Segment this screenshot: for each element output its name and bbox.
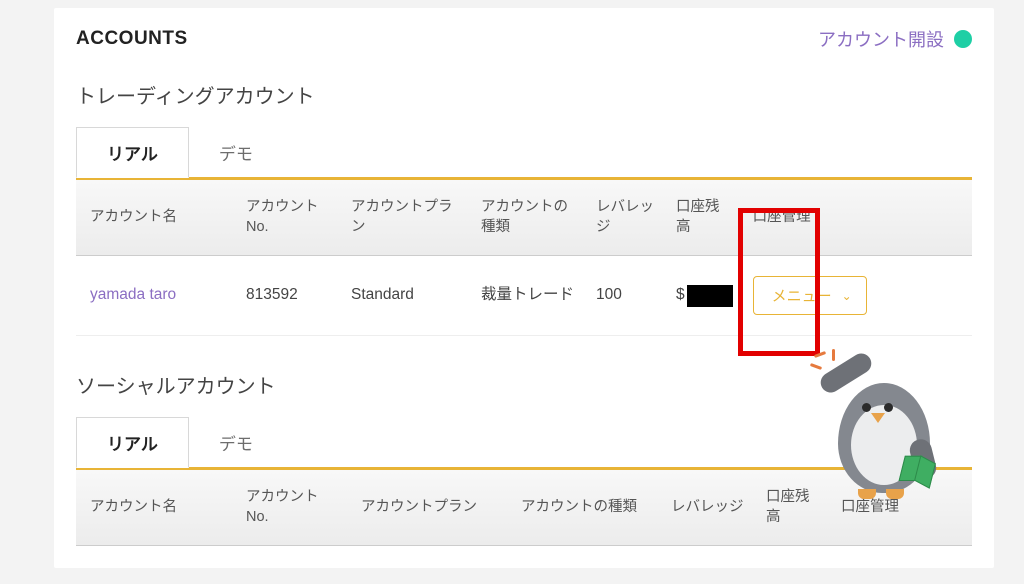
chevron-down-icon: ⌄	[842, 289, 852, 303]
col-leverage: レバレッジ	[586, 180, 666, 256]
col-type: アカウントの種類	[471, 180, 586, 256]
balance-currency: $	[676, 285, 685, 306]
social-tabs: リアル デモ	[76, 417, 972, 470]
trading-tabs: リアル デモ	[76, 127, 972, 180]
trading-table: アカウント名 アカウントNo. アカウントプラン アカウントの種類 レバレッジ …	[76, 180, 972, 336]
col-leverage-s: レバレッジ	[661, 470, 756, 546]
create-account-label: アカウント開設	[818, 26, 944, 52]
col-balance-s: 口座残高	[756, 470, 831, 546]
trading-section-title: トレーディングアカウント	[76, 80, 972, 109]
table-row: yamada taro 813592 Standard 裁量トレード 100 $…	[76, 256, 972, 336]
col-name-s: アカウント名	[76, 470, 236, 546]
col-manage-s: 口座管理	[831, 470, 972, 546]
col-plan: アカウントプラン	[341, 180, 471, 256]
tab-demo-social[interactable]: デモ	[189, 417, 283, 467]
account-type: 裁量トレード	[471, 256, 586, 336]
tab-demo[interactable]: デモ	[189, 127, 283, 177]
account-no: 813592	[236, 256, 341, 336]
menu-label: メニュー	[772, 285, 832, 306]
manage-menu-button[interactable]: メニュー ⌄	[753, 276, 867, 315]
account-plan: Standard	[341, 256, 471, 336]
account-name-link[interactable]: yamada taro	[90, 286, 176, 303]
create-account-link[interactable]: アカウント開設	[818, 26, 972, 52]
tab-real[interactable]: リアル	[76, 127, 189, 178]
social-table: アカウント名 アカウントNo. アカウントプラン アカウントの種類 レバレッジ …	[76, 470, 972, 546]
col-type-s: アカウントの種類	[511, 470, 661, 546]
col-no: アカウントNo.	[236, 180, 341, 256]
trading-section: トレーディングアカウント リアル デモ アカウント名 アカウントNo. アカウン…	[76, 80, 972, 336]
col-no-s: アカウントNo.	[236, 470, 351, 546]
social-section: ソーシャルアカウント リアル デモ アカウント名 アカウントNo. アカウントプ…	[76, 370, 972, 546]
tab-real-social[interactable]: リアル	[76, 417, 189, 468]
col-manage: 口座管理	[743, 180, 972, 256]
balance-redacted	[687, 285, 733, 307]
social-section-title: ソーシャルアカウント	[76, 370, 972, 399]
header: ACCOUNTS アカウント開設	[76, 26, 972, 52]
col-name: アカウント名	[76, 180, 236, 256]
account-leverage: 100	[586, 256, 666, 336]
account-balance: $	[666, 256, 743, 336]
accounts-card: ACCOUNTS アカウント開設 トレーディングアカウント リアル デモ アカウ…	[54, 8, 994, 568]
col-balance: 口座残高	[666, 180, 743, 256]
col-plan-s: アカウントプラン	[351, 470, 511, 546]
page-title: ACCOUNTS	[76, 28, 188, 50]
status-dot-icon	[954, 30, 972, 48]
